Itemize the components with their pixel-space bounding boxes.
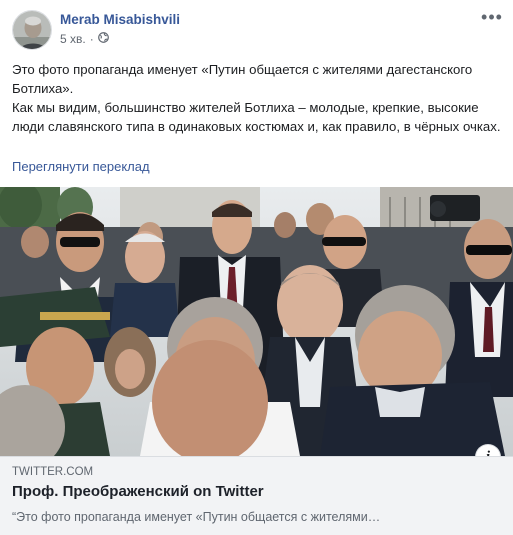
link-description: “Это фото пропаганда именует «Путин обща… [12, 510, 381, 524]
globe-icon [97, 32, 109, 46]
avatar[interactable] [12, 10, 52, 50]
link-title[interactable]: Проф. Преображенский on Twitter [12, 483, 264, 500]
link-domain: TWITTER.COM [12, 466, 94, 478]
translate-link[interactable]: Переглянути переклад [12, 159, 150, 174]
facebook-post: Merab Misabishvili 5 хв. · ••• Это фото … [0, 0, 513, 535]
post-photo[interactable] [0, 187, 513, 456]
meta-separator: · [89, 32, 94, 46]
more-options-icon[interactable]: ••• [481, 8, 503, 26]
crowd-photo [0, 187, 513, 456]
post-header: Merab Misabishvili 5 хв. · ••• [12, 8, 503, 52]
post-text-line2: Как мы видим, большинство жителей Ботлих… [12, 100, 501, 134]
post-time[interactable]: 5 хв. [60, 32, 86, 46]
avatar-photo [13, 11, 51, 49]
post-meta: 5 хв. · [60, 32, 109, 46]
author-name[interactable]: Merab Misabishvili [60, 12, 180, 27]
post-text: Это фото пропаганда именует «Путин общае… [12, 60, 502, 136]
post-text-line1: Это фото пропаганда именует «Путин общае… [12, 62, 473, 96]
link-preview[interactable]: TWITTER.COM Проф. Преображенский on Twit… [0, 456, 513, 535]
